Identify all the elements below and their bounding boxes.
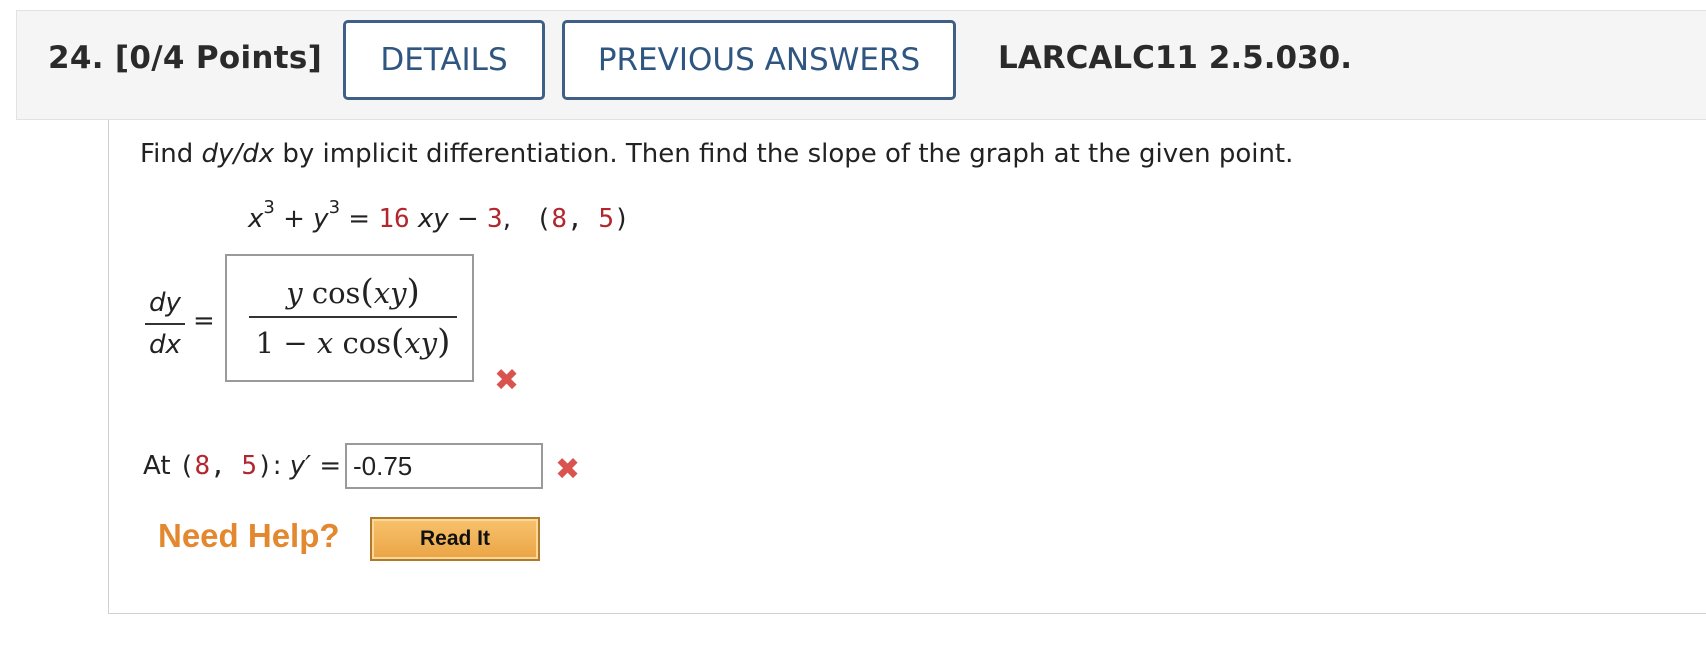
derivative-equals-sign: = bbox=[193, 306, 215, 336]
derivative-answer-fraction: y cos(xy) 1 − x cos(xy) bbox=[249, 272, 457, 362]
prompt-find: Find bbox=[140, 139, 202, 169]
question-prompt: Find dy/dx by implicit differentiation. … bbox=[140, 139, 1293, 169]
read-it-button[interactable]: Read It bbox=[370, 517, 540, 561]
answer-fraction-bar bbox=[249, 316, 457, 318]
prompt-rest: by implicit differentiation. Then find t… bbox=[274, 139, 1294, 169]
dydx-fraction-bar bbox=[145, 323, 185, 325]
incorrect-mark-icon: ✖ bbox=[555, 452, 581, 487]
eq-comma: , bbox=[502, 204, 536, 234]
dydx-denominator: dx bbox=[149, 330, 181, 360]
question-number: 24. bbox=[48, 40, 104, 76]
eq-constant: 3 bbox=[487, 204, 503, 234]
points-label: [0/4 Points] bbox=[114, 40, 323, 76]
eq-y: y bbox=[313, 204, 329, 234]
problem-code: LARCALC11 2.5.030. bbox=[998, 40, 1352, 76]
eq-plus: + bbox=[274, 204, 314, 234]
answer-numerator: y cos(xy) bbox=[286, 272, 420, 312]
slope-point: (8, 5) bbox=[178, 451, 273, 481]
slope-answer-input[interactable] bbox=[345, 443, 543, 489]
point-y: 5 bbox=[598, 204, 615, 234]
dydx-numerator: dy bbox=[149, 288, 181, 318]
eq-minus: − bbox=[448, 204, 488, 234]
slope-label: At (8, 5): y′ = bbox=[143, 451, 342, 481]
incorrect-mark-icon: ✖ bbox=[494, 363, 520, 398]
eq-exponent-2: 3 bbox=[328, 197, 341, 218]
need-help-label: Need Help? bbox=[158, 517, 340, 554]
prompt-dydx: dy/dx bbox=[201, 139, 275, 169]
answer-denominator: 1 − x cos(xy) bbox=[255, 322, 451, 362]
eq-x: x bbox=[248, 204, 264, 234]
details-button[interactable]: DETAILS bbox=[343, 20, 545, 100]
eq-equals: = bbox=[340, 204, 379, 234]
dydx-label: dy dx bbox=[145, 287, 185, 361]
question-number-points: 24. [0/4 Points] bbox=[48, 40, 322, 76]
eq-exponent-1: 3 bbox=[263, 197, 275, 218]
eq-coefficient: 16 bbox=[378, 204, 410, 234]
given-point: (8, 5) bbox=[535, 204, 630, 234]
given-equation: x3 + y3 = 16 xy − 3, (8, 5) bbox=[248, 197, 630, 234]
point-x: 8 bbox=[551, 204, 568, 234]
previous-answers-button[interactable]: PREVIOUS ANSWERS bbox=[562, 20, 956, 100]
eq-xy: xy bbox=[409, 204, 449, 234]
derivative-answer-field[interactable]: y cos(xy) 1 − x cos(xy) bbox=[225, 254, 474, 382]
